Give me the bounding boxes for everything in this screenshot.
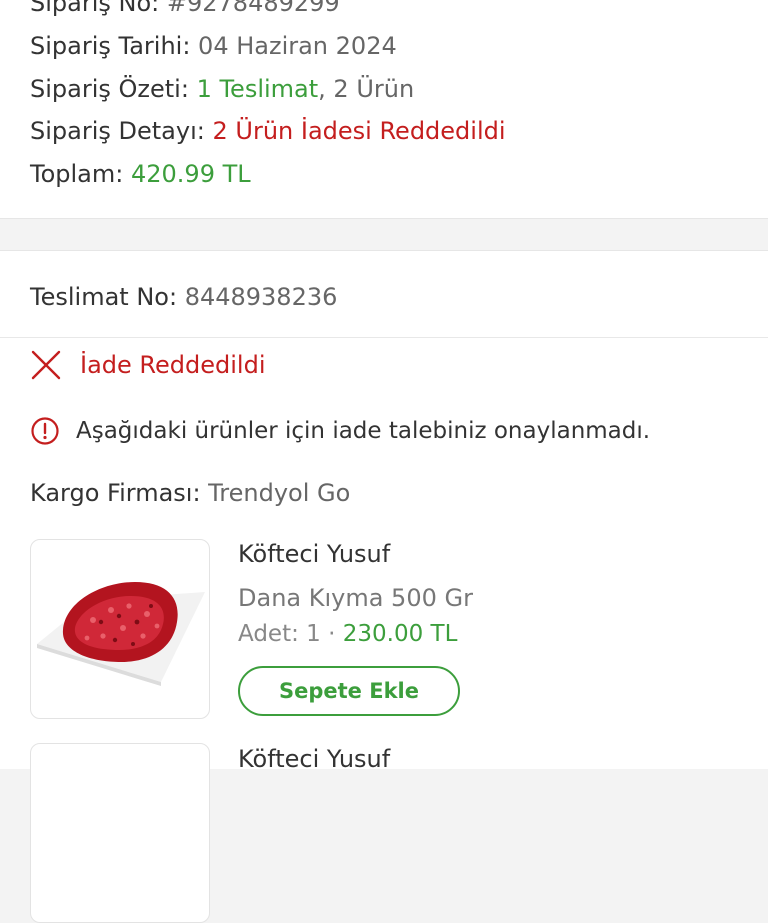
return-status-text: İade Reddedildi — [80, 351, 266, 379]
order-date-value: 04 Haziran 2024 — [198, 32, 397, 60]
product-price: 230.00 TL — [342, 621, 458, 647]
order-date-label: Sipariş Tarihi: — [30, 32, 191, 60]
return-status-row: İade Reddedildi — [30, 348, 265, 382]
order-summary-delivery[interactable]: 1 Teslimat — [197, 75, 319, 103]
order-number-row: Sipariş No: #9278489299 — [30, 0, 340, 18]
order-number-value: #9278489299 — [166, 0, 340, 17]
add-to-cart-button[interactable]: Sepete Ekle — [238, 666, 460, 716]
order-detail-row: Sipariş Detayı: 2 Ürün İadesi Reddedildi — [30, 116, 506, 146]
order-summary-products: , 2 Ürün — [318, 75, 415, 103]
order-number-label: Sipariş No: — [30, 0, 160, 17]
divider — [0, 337, 768, 338]
product-seller[interactable]: Köfteci Yusuf — [238, 540, 390, 568]
order-detail-label: Sipariş Detayı: — [30, 117, 205, 145]
ground-beef-image — [37, 582, 205, 686]
product-seller[interactable]: Köfteci Yusuf — [238, 745, 390, 773]
product-image[interactable] — [30, 743, 210, 923]
product-image[interactable] — [30, 539, 210, 719]
cargo-value: Trendyol Go — [208, 479, 351, 507]
dot-separator: · — [328, 621, 343, 647]
product-quantity: Adet: 1 — [238, 621, 321, 647]
info-message-text: Aşağıdaki ürünler için iade talebiniz on… — [76, 418, 651, 444]
order-total-value: 420.99 TL — [130, 160, 251, 188]
order-total-row: Toplam: 420.99 TL — [30, 159, 251, 189]
delivery-number-label: Teslimat No: — [30, 283, 178, 311]
delivery-card: Teslimat No: 8448938236 İade Reddedildi … — [0, 250, 768, 923]
delivery-number-row: Teslimat No: 8448938236 — [30, 282, 337, 312]
order-summary-card: Sipariş No: #9278489299 Sipariş Tarihi: … — [0, 0, 768, 219]
order-date-row: Sipariş Tarihi: 04 Haziran 2024 — [30, 31, 397, 61]
info-message-row: Aşağıdaki ürünler için iade talebiniz on… — [30, 416, 650, 446]
cargo-row: Kargo Firması: Trendyol Go — [30, 478, 350, 508]
order-summary-row: Sipariş Özeti: 1 Teslimat, 2 Ürün — [30, 74, 414, 104]
info-circle-icon — [31, 417, 59, 445]
order-summary-label: Sipariş Özeti: — [30, 75, 189, 103]
product-name[interactable]: Dana Kıyma 500 Gr — [238, 584, 473, 612]
order-detail-value: 2 Ürün İadesi Reddedildi — [212, 117, 506, 145]
order-total-label: Toplam: — [30, 160, 124, 188]
close-x-icon — [31, 350, 61, 380]
cargo-label: Kargo Firması: — [30, 479, 201, 507]
product-quantity-price: Adet: 1 · 230.00 TL — [238, 621, 457, 647]
delivery-number-value: 8448938236 — [184, 283, 338, 311]
